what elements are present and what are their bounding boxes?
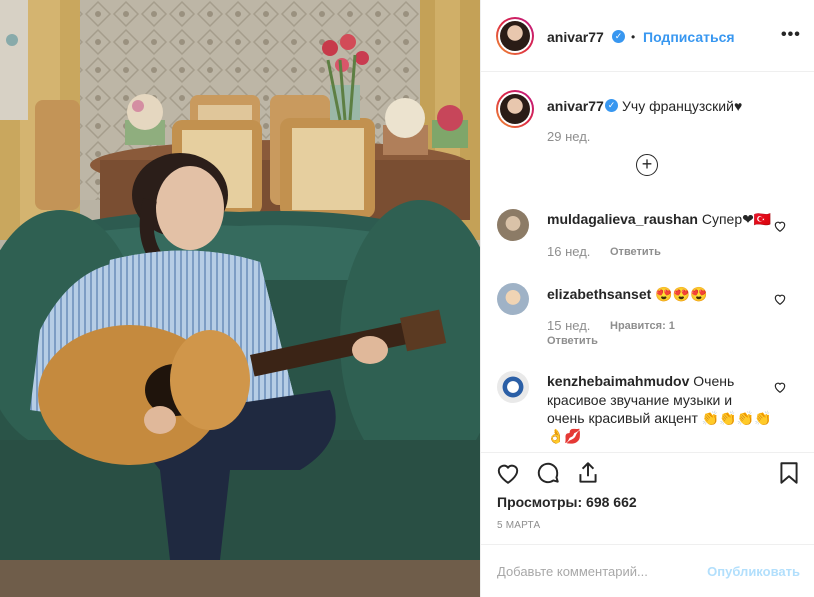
commenter-avatar[interactable] — [497, 283, 529, 315]
comment-text: Супер❤🇹🇷 — [701, 211, 772, 227]
post-date[interactable]: 5 МАРТА — [497, 520, 540, 531]
more-options-icon[interactable]: ••• — [781, 26, 801, 44]
likes-count[interactable]: Нравится: 1 — [610, 320, 675, 332]
comment-username[interactable]: muldagalieva_raushan — [547, 211, 698, 227]
author-avatar[interactable] — [496, 17, 534, 55]
follow-button[interactable]: Подписаться — [643, 29, 735, 45]
views-count[interactable]: Просмотры: 698 662 — [497, 494, 637, 510]
comment-text: Очень — [693, 373, 735, 389]
comment-text-row: muldagalieva_raushan Супер❤🇹🇷 — [547, 210, 771, 228]
video-frame — [0, 0, 480, 597]
heart-icon[interactable] — [773, 380, 787, 394]
caption-time[interactable]: 29 нед. — [547, 129, 590, 144]
caption-avatar[interactable] — [496, 90, 534, 128]
comment-time[interactable]: 15 нед. — [547, 318, 590, 333]
reply-button[interactable]: Ответить — [610, 246, 661, 258]
publish-button[interactable]: Опубликовать — [707, 564, 800, 579]
post-video[interactable] — [0, 0, 480, 597]
comment-input[interactable]: Добавьте комментарий... — [497, 564, 648, 579]
verified-icon: ✓ — [612, 30, 625, 43]
commenter-avatar[interactable] — [497, 209, 529, 241]
load-more-comments-icon[interactable]: + — [636, 154, 658, 176]
caption-text: Учу французский♥ — [622, 98, 743, 114]
post-header: anivar77 ✓ • Подписаться ••• — [481, 0, 814, 72]
verified-icon: ✓ — [605, 99, 618, 112]
comment-text: красивое звучание музыки и — [547, 392, 733, 408]
comment-text: 😍😍😍 — [655, 286, 708, 302]
comment-text: 👌💋 — [547, 428, 582, 444]
bookmark-icon[interactable] — [776, 460, 802, 486]
heart-icon[interactable] — [773, 219, 787, 233]
comment-text-row: kenzhebaimahmudov Очень — [547, 372, 734, 390]
caption-username[interactable]: anivar77 — [547, 98, 604, 114]
post-sidebar: anivar77 ✓ • Подписаться ••• anivar77 ✓ … — [480, 0, 814, 597]
comment-time[interactable]: 16 нед. — [547, 244, 590, 259]
comments-list[interactable]: anivar77 ✓ Учу французский♥ 29 нед. + mu… — [481, 73, 814, 453]
author-username[interactable]: anivar77 — [547, 29, 604, 45]
reply-button[interactable]: Ответить — [547, 335, 598, 347]
comment-text-row: elizabethsanset 😍😍😍 — [547, 285, 707, 303]
comment-text: очень красивый акцент 👏👏👏👏 — [547, 410, 772, 426]
heart-icon[interactable] — [495, 460, 521, 486]
heart-icon[interactable] — [773, 292, 787, 306]
commenter-avatar[interactable] — [497, 371, 529, 403]
comment-username[interactable]: elizabethsanset — [547, 286, 651, 302]
separator-dot: • — [631, 30, 636, 44]
post-actions: Просмотры: 698 662 5 МАРТА — [481, 452, 814, 550]
comment-composer: Добавьте комментарий... Опубликовать — [481, 544, 814, 597]
share-icon[interactable] — [575, 460, 601, 486]
comment-icon[interactable] — [535, 460, 561, 486]
comment-username[interactable]: kenzhebaimahmudov — [547, 373, 689, 389]
